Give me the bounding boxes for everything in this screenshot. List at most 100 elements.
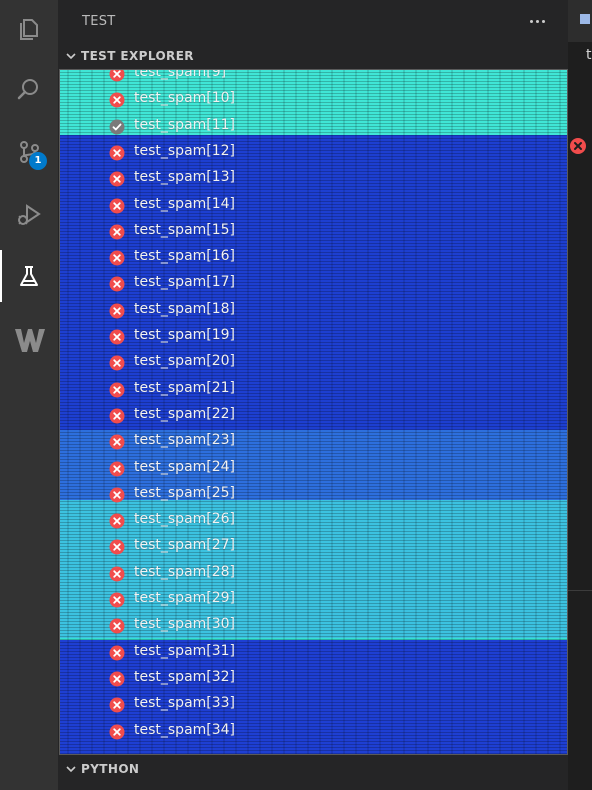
test-failed-icon [108, 249, 126, 267]
test-failed-icon [108, 617, 126, 635]
test-item[interactable]: test_spam[34] [60, 719, 567, 745]
test-item-label: test_spam[24] [134, 458, 236, 475]
test-failed-icon [108, 170, 126, 188]
test-item[interactable]: test_spam[15] [60, 219, 567, 245]
activity-bar: 1 [0, 0, 58, 790]
test-item[interactable]: test_spam[24] [60, 456, 567, 482]
test-item-label: test_spam[21] [134, 379, 236, 396]
test-item-label: test_spam[16] [134, 248, 236, 265]
test-item[interactable]: test_spam[12] [60, 140, 567, 166]
test-item-label: test_spam[19] [134, 327, 236, 343]
section-test-explorer[interactable]: TEST EXPLORER [58, 43, 568, 69]
test-item[interactable]: test_spam[21] [60, 377, 567, 403]
beaker-icon [15, 262, 43, 290]
test-failed-icon [108, 407, 126, 425]
test-item[interactable]: test_spam[28] [60, 561, 567, 587]
test-failed-icon [108, 486, 126, 504]
test-failed-icon [108, 644, 126, 662]
test-item[interactable]: test_spam[18] [60, 298, 567, 324]
test-failed-icon [108, 696, 126, 714]
run-debug-icon [15, 200, 43, 228]
test-item-label: test_spam[10] [134, 90, 236, 107]
file-icon [580, 14, 590, 24]
test-item[interactable]: test_spam[33] [60, 692, 567, 718]
test-item[interactable]: test_spam[10] [60, 87, 567, 113]
test-failed-icon [108, 512, 126, 530]
test-item[interactable]: test_spam[25] [60, 482, 567, 508]
activity-w-extension[interactable] [0, 314, 58, 366]
test-failed-icon [108, 433, 126, 451]
test-item-label: test_spam[9] [134, 69, 227, 80]
activity-run-debug[interactable] [0, 188, 58, 240]
activity-testing[interactable] [0, 250, 58, 302]
error-icon [569, 137, 587, 155]
test-item[interactable]: test_spam[13] [60, 166, 567, 192]
vscode-window: 1 TEST TEST EXPLORER test_spam[9] test_s… [0, 0, 592, 790]
test-item[interactable]: test_spam[16] [60, 245, 567, 271]
test-item-label: test_spam[14] [134, 195, 236, 212]
sidebar: TEST TEST EXPLORER test_spam[9] test_spam… [58, 0, 568, 790]
files-icon [15, 14, 43, 42]
test-item-label: test_spam[32] [134, 668, 236, 685]
panel-divider [568, 590, 592, 591]
test-item-label: test_spam[23] [134, 432, 236, 449]
w-icon [12, 323, 46, 357]
test-item[interactable]: test_spam[14] [60, 193, 567, 219]
test-item[interactable]: test_spam[22] [60, 403, 567, 429]
test-item[interactable]: test_spam[30] [60, 613, 567, 639]
source-control-badge: 1 [29, 152, 47, 170]
test-failed-icon [108, 302, 126, 320]
test-item-label: test_spam[20] [134, 353, 236, 370]
chevron-down-icon [64, 49, 78, 63]
test-item-label: test_spam[15] [134, 221, 236, 238]
test-item[interactable]: test_spam[20] [60, 350, 567, 376]
section-python[interactable]: PYTHON [58, 756, 568, 782]
test-item[interactable]: test_spam[26] [60, 508, 567, 534]
test-item[interactable]: test_spam[17] [60, 271, 567, 297]
test-failed-icon [108, 591, 126, 609]
test-failed-icon [108, 381, 126, 399]
editor-area: t [568, 0, 592, 790]
test-item-label: test_spam[28] [134, 563, 236, 580]
test-passed-icon [108, 118, 126, 136]
test-failed-icon [108, 144, 126, 162]
test-item[interactable]: test_spam[9] [60, 69, 567, 87]
test-failed-icon [108, 565, 126, 583]
test-explorer-tree[interactable]: test_spam[9] test_spam[10] test_spam[11]te… [59, 69, 568, 755]
test-item[interactable]: test_spam[29] [60, 587, 567, 613]
test-failed-icon [108, 670, 126, 688]
sidebar-header: TEST [58, 0, 568, 42]
test-failed-icon [108, 275, 126, 293]
activity-explorer[interactable] [0, 2, 58, 54]
section-label: TEST EXPLORER [81, 49, 194, 63]
test-item-label: test_spam[17] [134, 274, 236, 291]
test-item[interactable]: test_spam[11] [60, 114, 567, 140]
search-icon [15, 76, 43, 104]
ellipsis-icon [528, 19, 546, 23]
test-item[interactable]: test_spam[19] [60, 324, 567, 350]
test-item[interactable]: test_spam[31] [60, 640, 567, 666]
test-item-label: test_spam[34] [134, 721, 236, 738]
test-failed-icon [108, 223, 126, 241]
test-failed-icon [108, 460, 126, 478]
activity-search[interactable] [0, 64, 58, 116]
test-item-label: test_spam[22] [134, 405, 236, 422]
editor-tab[interactable] [568, 0, 592, 42]
test-item-label: test_spam[11] [134, 116, 236, 133]
test-item-label: test_spam[26] [134, 511, 236, 528]
test-item-label: test_spam[12] [134, 142, 236, 159]
more-actions-button[interactable] [526, 11, 548, 31]
test-failed-icon [108, 70, 126, 83]
test-item[interactable]: test_spam[23] [60, 429, 567, 455]
test-item-label: test_spam[33] [134, 695, 236, 712]
section-label: PYTHON [81, 762, 140, 776]
test-item[interactable]: test_spam[32] [60, 666, 567, 692]
activity-source-control[interactable]: 1 [0, 126, 58, 178]
test-failed-icon [108, 328, 126, 346]
test-failed-icon [108, 354, 126, 372]
test-failed-icon [108, 91, 126, 109]
test-failed-icon [108, 538, 126, 556]
sidebar-title: TEST [82, 14, 116, 29]
test-item-label: test_spam[30] [134, 616, 236, 633]
test-item[interactable]: test_spam[27] [60, 534, 567, 560]
